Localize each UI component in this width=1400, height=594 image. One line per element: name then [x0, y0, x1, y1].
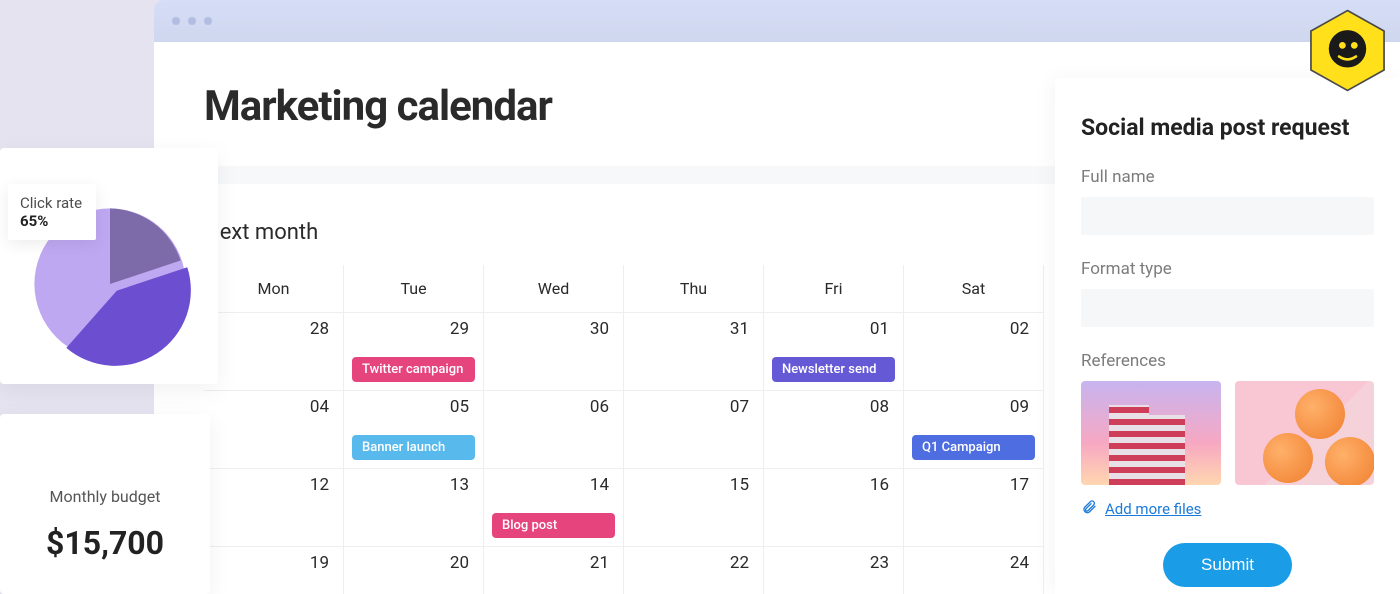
paperclip-icon: [1081, 499, 1097, 519]
calendar-date-number: 22: [730, 553, 749, 573]
calendar-event[interactable]: Newsletter send: [772, 357, 895, 382]
calendar-cell[interactable]: 06: [484, 390, 624, 468]
calendar-cell[interactable]: 14 Blog post: [484, 468, 624, 546]
calendar-cell[interactable]: 21: [484, 546, 624, 594]
window-dot: [188, 17, 196, 25]
calendar-day-header: Thu: [624, 265, 764, 312]
calendar-cell[interactable]: 15: [624, 468, 764, 546]
calendar-date-number: 08: [870, 397, 889, 417]
calendar-date-number: 28: [310, 319, 329, 339]
calendar-date-number: 19: [310, 553, 329, 573]
social-post-form: Social media post request Full name Form…: [1055, 78, 1400, 594]
calendar-cell[interactable]: 02: [904, 312, 1044, 390]
calendar-cell[interactable]: 22: [624, 546, 764, 594]
calendar-date-number: 31: [730, 319, 749, 339]
calendar-day-header: Tue: [344, 265, 484, 312]
window-dot: [204, 17, 212, 25]
full-name-input[interactable]: [1081, 197, 1374, 235]
budget-label: Monthly budget: [50, 487, 161, 506]
submit-button[interactable]: Submit: [1163, 543, 1292, 587]
calendar-date-number: 16: [870, 475, 889, 495]
calendar-cell[interactable]: 28: [204, 312, 344, 390]
reference-thumbnail[interactable]: [1235, 381, 1375, 485]
calendar-day-header: Mon: [204, 265, 344, 312]
calendar-date-number: 23: [870, 553, 889, 573]
calendar-date-number: 14: [590, 475, 609, 495]
calendar-date-number: 24: [1010, 553, 1029, 573]
budget-card: Monthly budget $15,700: [0, 414, 210, 594]
calendar-date-number: 20: [450, 553, 469, 573]
calendar-date-number: 05: [450, 397, 469, 417]
calendar-cell[interactable]: 12: [204, 468, 344, 546]
click-rate-value: 65%: [20, 212, 82, 230]
click-rate-label: Click rate: [20, 194, 82, 212]
calendar-cell[interactable]: 09 Q1 Campaign: [904, 390, 1044, 468]
format-type-label: Format type: [1081, 259, 1374, 279]
calendar-date-number: 29: [450, 319, 469, 339]
calendar-cell[interactable]: 20: [344, 546, 484, 594]
calendar-cell[interactable]: 04: [204, 390, 344, 468]
calendar-cell[interactable]: 30: [484, 312, 624, 390]
add-more-files-link[interactable]: Add more files: [1081, 499, 1374, 519]
format-type-input[interactable]: [1081, 289, 1374, 327]
calendar-event[interactable]: Twitter campaign: [352, 357, 475, 382]
calendar-date-number: 02: [1010, 319, 1029, 339]
calendar-date-number: 30: [590, 319, 609, 339]
calendar-cell[interactable]: 31: [624, 312, 764, 390]
mailchimp-logo: [1305, 8, 1390, 93]
calendar-cell[interactable]: 16: [764, 468, 904, 546]
window-dot: [172, 17, 180, 25]
calendar-date-number: 13: [450, 475, 469, 495]
calendar-cell[interactable]: 24: [904, 546, 1044, 594]
calendar-date-number: 06: [590, 397, 609, 417]
full-name-label: Full name: [1081, 167, 1374, 187]
calendar-cell[interactable]: 08: [764, 390, 904, 468]
calendar-date-number: 17: [1010, 475, 1029, 495]
calendar-date-number: 09: [1010, 397, 1029, 417]
calendar-event[interactable]: Banner launch: [352, 435, 475, 460]
calendar-date-number: 07: [730, 397, 749, 417]
browser-titlebar: [154, 0, 1400, 42]
calendar-cell[interactable]: 13: [344, 468, 484, 546]
calendar-date-number: 01: [870, 319, 889, 339]
calendar-grid: MonTueWedThuFriSat 28 29 Twitter campaign 3…: [204, 265, 1044, 594]
reference-thumbnail[interactable]: [1081, 381, 1221, 485]
calendar-date-number: 04: [310, 397, 329, 417]
references-label: References: [1081, 351, 1374, 371]
calendar-date-number: 12: [310, 475, 329, 495]
panel-title: Social media post request: [1081, 114, 1374, 141]
calendar-cell[interactable]: 01 Newsletter send: [764, 312, 904, 390]
calendar-cell[interactable]: 23: [764, 546, 904, 594]
click-rate-callout: Click rate 65%: [8, 184, 96, 240]
calendar-day-header: Wed: [484, 265, 624, 312]
calendar-date-number: 21: [590, 553, 609, 573]
budget-amount: $15,700: [46, 524, 164, 562]
calendar-cell[interactable]: 19: [204, 546, 344, 594]
calendar-cell[interactable]: 17: [904, 468, 1044, 546]
calendar-event[interactable]: Blog post: [492, 513, 615, 538]
add-more-files-label: Add more files: [1105, 500, 1201, 518]
calendar-event[interactable]: Q1 Campaign: [912, 435, 1035, 460]
calendar-day-header: Fri: [764, 265, 904, 312]
calendar-day-header: Sat: [904, 265, 1044, 312]
calendar-date-number: 15: [730, 475, 749, 495]
calendar-cell[interactable]: 05 Banner launch: [344, 390, 484, 468]
calendar-cell[interactable]: 29 Twitter campaign: [344, 312, 484, 390]
calendar-cell[interactable]: 07: [624, 390, 764, 468]
